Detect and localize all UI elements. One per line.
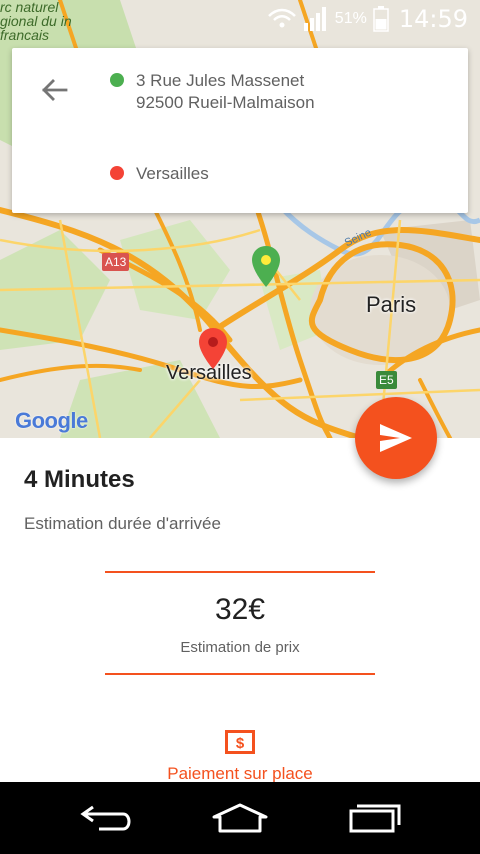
signal-icon xyxy=(303,7,326,31)
battery-icon xyxy=(373,6,389,32)
back-button[interactable] xyxy=(36,72,72,108)
svg-text:$: $ xyxy=(236,735,245,752)
nav-back-button[interactable] xyxy=(77,800,137,836)
back-icon xyxy=(80,805,131,831)
status-time: 14:59 xyxy=(398,5,468,33)
duration-value: 4 Minutes xyxy=(24,466,135,493)
cash-payment-icon[interactable]: $ xyxy=(225,730,255,754)
origin-dot-icon xyxy=(110,73,124,87)
price-value: 32€ xyxy=(214,593,266,626)
arrow-back-icon xyxy=(42,79,68,101)
destination-marker-icon[interactable] xyxy=(198,327,228,371)
send-icon xyxy=(380,424,412,452)
origin-line2: 92500 Rueil-Malmaison xyxy=(136,93,315,112)
price-box: 32€ Estimation de prix xyxy=(105,571,375,675)
price-label: Estimation de prix xyxy=(180,639,300,656)
payment-label[interactable]: Paiement sur place xyxy=(0,764,480,784)
route-card: 3 Rue Jules Massenet 92500 Rueil-Malmais… xyxy=(12,48,468,213)
wifi-icon xyxy=(267,8,296,28)
origin-field[interactable]: 3 Rue Jules Massenet 92500 Rueil-Malmais… xyxy=(110,70,315,114)
map-city-paris: Paris xyxy=(366,292,417,317)
google-logo: Google xyxy=(15,408,88,433)
duration-label: Estimation durée d'arrivée xyxy=(24,514,221,533)
road-shield-e5: E5 xyxy=(376,371,397,389)
nav-recents-button[interactable] xyxy=(345,800,405,836)
send-request-button[interactable] xyxy=(355,397,437,479)
battery-percent: 51% xyxy=(334,10,367,27)
origin-marker-icon[interactable] xyxy=(251,245,281,289)
recents-icon xyxy=(349,804,401,833)
destination-text: Versailles xyxy=(136,164,209,183)
nav-home-button[interactable] xyxy=(210,800,270,836)
origin-line1: 3 Rue Jules Massenet xyxy=(136,71,305,90)
road-shield-a13: A13 xyxy=(102,253,130,271)
status-bar: 51% 14:59 xyxy=(0,0,480,38)
home-icon xyxy=(212,803,268,833)
destination-field[interactable]: Versailles xyxy=(110,163,209,185)
navigation-bar xyxy=(0,782,480,854)
destination-dot-icon xyxy=(110,166,124,180)
